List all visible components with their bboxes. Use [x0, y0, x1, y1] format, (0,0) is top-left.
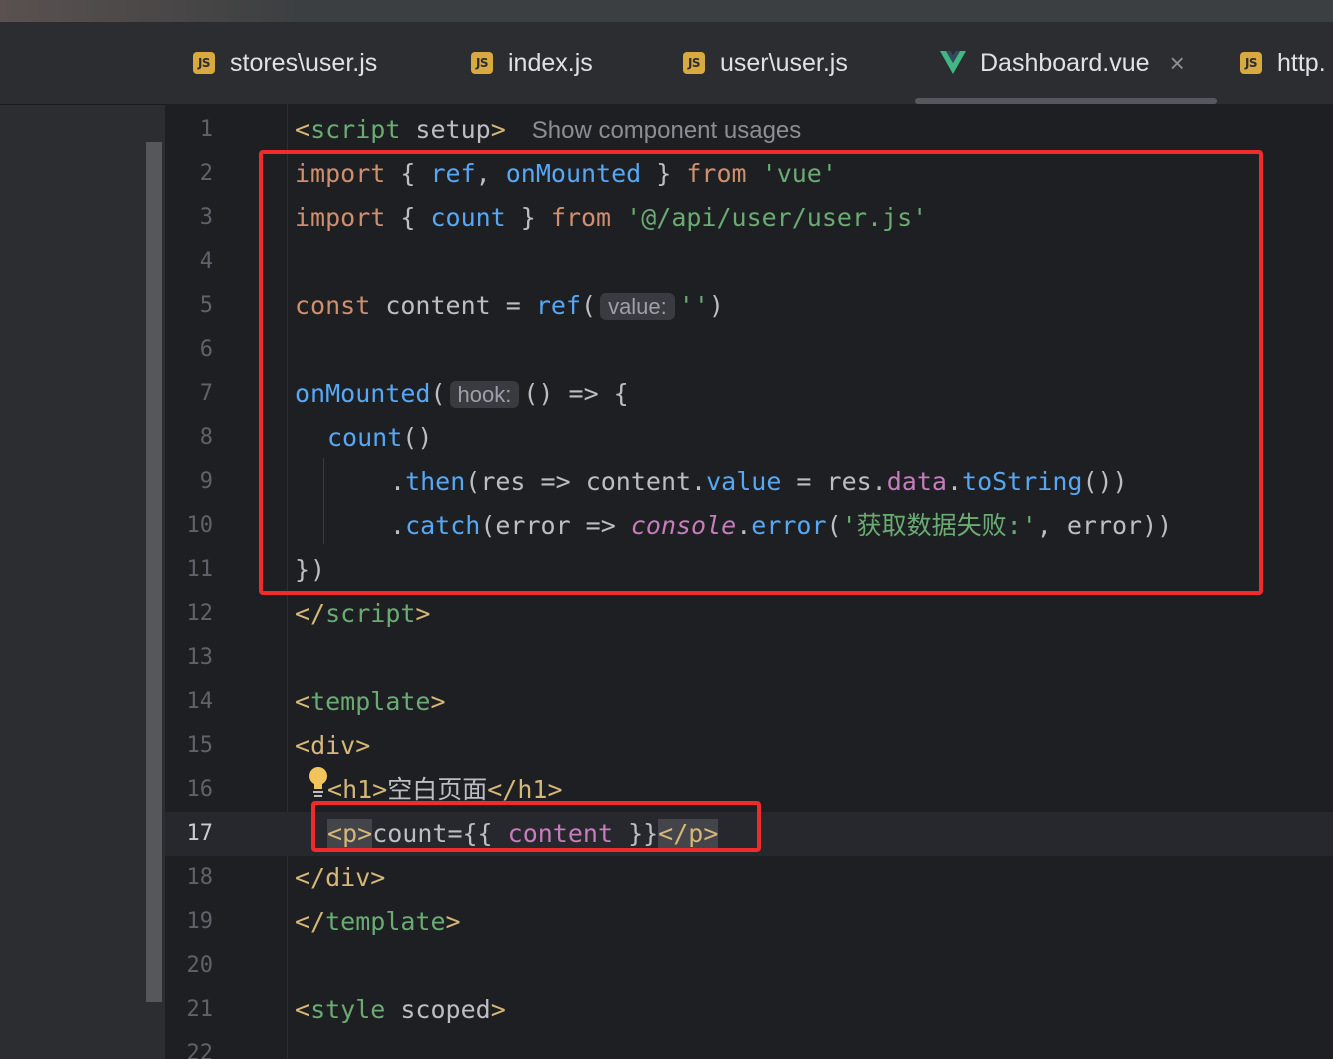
- js-file-icon: JS: [193, 52, 215, 74]
- vue-file-icon: [940, 51, 966, 74]
- side-panel-divider: [0, 104, 165, 105]
- highlight-box-paragraph: [311, 801, 761, 852]
- code-line: 18 </div>: [165, 856, 1333, 900]
- line-number: 15: [186, 733, 214, 758]
- code-text: <template>: [295, 687, 446, 716]
- line-number: 4: [199, 249, 213, 274]
- code-text: </script>: [295, 599, 431, 628]
- code-line: 20: [165, 944, 1333, 988]
- lightbulb-icon[interactable]: [307, 766, 329, 800]
- tab-user-user-js[interactable]: JS user\user.js: [683, 22, 848, 104]
- component-usages-link[interactable]: Show component usages: [532, 117, 802, 144]
- side-panel-scrollbar[interactable]: [146, 142, 162, 1002]
- tab-label: Dashboard.vue: [980, 48, 1150, 77]
- js-file-icon: JS: [471, 52, 493, 74]
- code-editor[interactable]: 1 <script setup> Show component usages 2 …: [165, 104, 1333, 1059]
- code-line: 12 </script>: [165, 592, 1333, 636]
- code-line: 14 <template>: [165, 680, 1333, 724]
- tab-label: user\user.js: [720, 48, 848, 77]
- tab-http-js[interactable]: JS http.: [1240, 22, 1326, 104]
- line-number: 13: [186, 645, 214, 670]
- line-number: 18: [186, 865, 214, 890]
- code-text: <div>: [295, 731, 371, 760]
- code-text: </div>: [295, 863, 386, 892]
- code-line: 15 <div>: [165, 724, 1333, 768]
- highlight-box-script: [259, 150, 1263, 595]
- line-number: 3: [199, 205, 213, 230]
- line-number: 20: [186, 953, 214, 978]
- line-number: 2: [199, 161, 213, 186]
- js-file-icon: JS: [683, 52, 705, 74]
- line-number: 10: [186, 513, 214, 538]
- code-line: 19 </template>: [165, 900, 1333, 944]
- code-text: <style scoped>: [295, 995, 506, 1024]
- code-line: 1 <script setup> Show component usages: [165, 108, 1333, 152]
- line-number: 9: [199, 469, 213, 494]
- tab-label: http.: [1277, 48, 1326, 77]
- tab-label: stores\user.js: [230, 48, 378, 77]
- line-number: 5: [199, 293, 213, 318]
- line-number: 17: [186, 821, 214, 846]
- line-number: 8: [199, 425, 213, 450]
- editor-tab-bar: JS stores\user.js JS index.js JS user\us…: [165, 22, 1333, 105]
- code-line: 13: [165, 636, 1333, 680]
- tab-index-js[interactable]: JS index.js: [471, 22, 593, 104]
- line-number: 1: [199, 117, 213, 142]
- window-top-bar: [0, 0, 1333, 22]
- code-line: 22: [165, 1032, 1333, 1059]
- line-number: 7: [199, 381, 213, 406]
- tab-dashboard-vue[interactable]: Dashboard.vue ×: [915, 22, 1217, 104]
- line-number: 12: [186, 601, 214, 626]
- line-number: 6: [199, 337, 213, 362]
- line-number: 19: [186, 909, 214, 934]
- line-number: 11: [186, 557, 214, 582]
- code-text: </template>: [295, 907, 461, 936]
- line-number: 14: [186, 689, 214, 714]
- close-tab-icon[interactable]: ×: [1170, 48, 1185, 79]
- code-line: 21 <style scoped>: [165, 988, 1333, 1032]
- line-number: 22: [186, 1041, 214, 1059]
- project-side-panel: [0, 22, 165, 1059]
- line-number: 21: [186, 997, 214, 1022]
- code-text: <script setup> Show component usages: [295, 115, 802, 144]
- js-file-icon: JS: [1240, 52, 1262, 74]
- line-number: 16: [186, 777, 214, 802]
- top-bar-shade: [0, 0, 300, 22]
- tab-stores-user-js[interactable]: JS stores\user.js: [193, 22, 377, 104]
- tab-label: index.js: [508, 48, 593, 77]
